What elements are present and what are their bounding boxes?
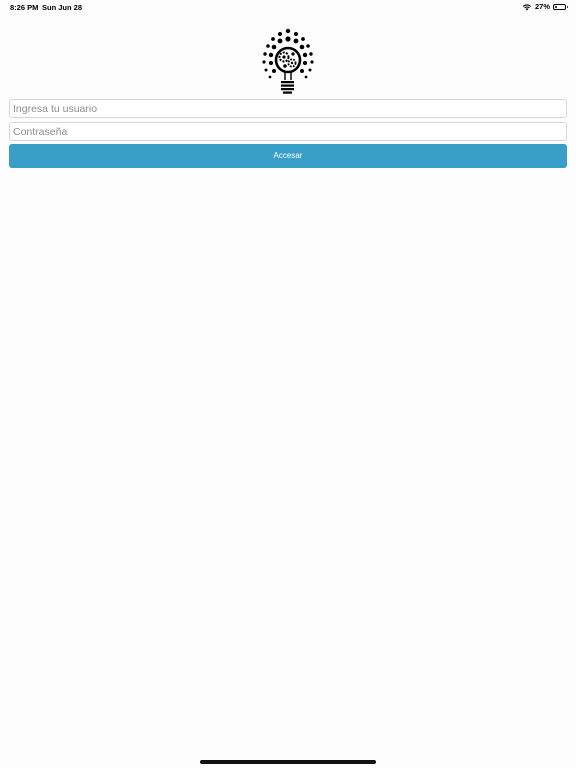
login-button[interactable]: Accesar — [9, 144, 567, 168]
battery-cap — [566, 5, 568, 8]
home-indicator[interactable] — [200, 760, 376, 764]
password-input[interactable] — [9, 122, 567, 141]
battery-level — [555, 5, 557, 8]
lightbulb-gears-logo — [262, 28, 314, 94]
status-indicators: 27% — [522, 2, 568, 11]
battery-icon — [553, 3, 568, 10]
wifi-icon — [522, 3, 532, 10]
status-time: 8:26 PM — [10, 3, 39, 12]
username-input[interactable] — [9, 99, 567, 118]
status-bar: 8:26 PM Sun Jun 28 27% — [0, 0, 576, 14]
status-date: Sun Jun 28 — [42, 3, 83, 12]
battery-percentage: 27% — [534, 2, 550, 11]
